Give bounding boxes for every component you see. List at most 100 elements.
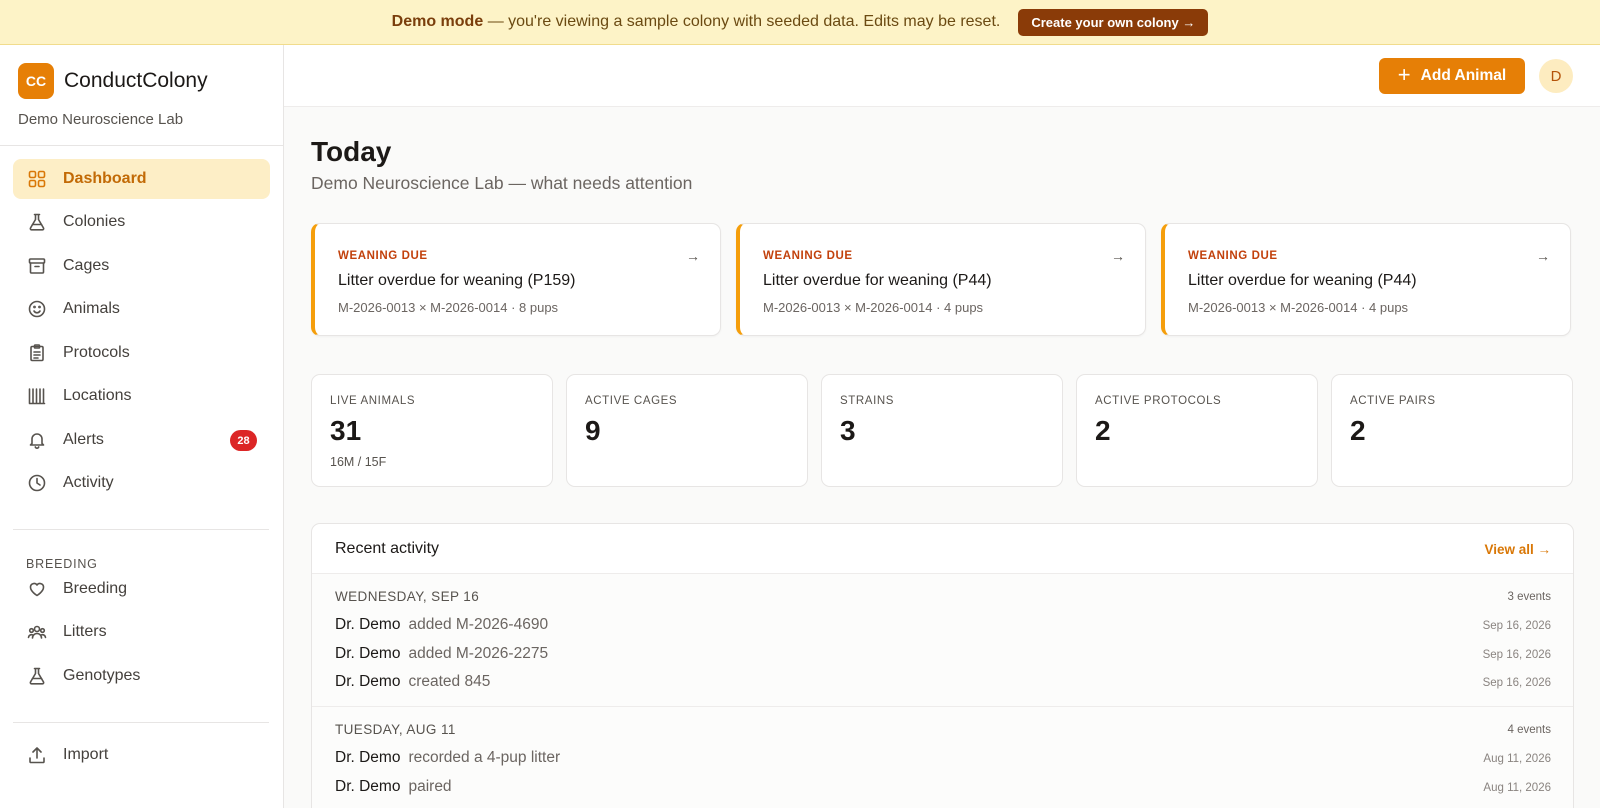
- sidebar-item-breeding[interactable]: Breeding: [13, 569, 270, 609]
- sidebar-item-animals[interactable]: Animals: [13, 289, 270, 329]
- sidebar-divider: [13, 722, 269, 723]
- activity-day-group: WEDNESDAY, SEP 16 3 events Dr. Demo added…: [312, 574, 1573, 706]
- sidebar-item-locations[interactable]: Locations: [13, 376, 270, 416]
- stat-card-active-cages[interactable]: ACTIVE CAGES 9: [566, 374, 808, 487]
- flask-icon: [27, 212, 47, 232]
- activity-event[interactable]: Dr. Demo created 845: [335, 673, 490, 691]
- sidebar: CC ConductColony Demo Neuroscience Lab D…: [0, 45, 284, 808]
- sidebar-item-protocols[interactable]: Protocols: [13, 333, 270, 373]
- event-action: recorded a 4-pup litter: [408, 749, 561, 766]
- sidebar-item-label: Litters: [63, 623, 107, 640]
- sidebar-item-alerts[interactable]: Alerts 28: [13, 420, 270, 460]
- clipboard-icon: [27, 343, 47, 363]
- sidebar-item-label: Alerts: [63, 431, 104, 448]
- stat-value: 2: [1095, 415, 1111, 446]
- activity-event[interactable]: Dr. Demo added M-2026-4690: [335, 616, 548, 634]
- alerts-count-badge: 28: [230, 430, 257, 451]
- sidebar-item-label: Dashboard: [63, 170, 147, 187]
- sidebar-item-label: Protocols: [63, 344, 130, 361]
- sidebar-item-activity[interactable]: Activity: [13, 463, 270, 503]
- stat-card-strains[interactable]: STRAINS 3: [821, 374, 1063, 487]
- sidebar-item-label: Cages: [63, 257, 110, 274]
- bell-icon: [27, 430, 47, 450]
- stat-sub: 16M / 15F: [330, 455, 387, 469]
- event-action: paired: [408, 778, 452, 795]
- day-heading: WEDNESDAY, SEP 16: [335, 589, 480, 604]
- arrow-right-icon: →: [1536, 248, 1550, 264]
- alert-card[interactable]: WEANING DUE → Litter overdue for weaning…: [1161, 223, 1571, 336]
- banner-text: — you're viewing a sample colony with se…: [487, 13, 1001, 30]
- stat-value: 9: [585, 415, 601, 446]
- sidebar-divider: [13, 529, 269, 530]
- smile-icon: [27, 299, 47, 319]
- activity-title: Recent activity: [335, 540, 440, 557]
- sidebar-item-label: Activity: [63, 474, 114, 491]
- event-actor: Dr. Demo: [335, 778, 401, 795]
- recent-activity-panel: Recent activity View all → WEDNESDAY, SE…: [311, 523, 1574, 808]
- sidebar-item-genotypes[interactable]: Genotypes: [13, 656, 270, 696]
- alert-title: Litter overdue for weaning (P44): [1188, 272, 1417, 289]
- alert-title: Litter overdue for weaning (P159): [338, 272, 576, 289]
- stat-value: 2: [1350, 415, 1366, 446]
- archive-box-icon: [27, 256, 47, 276]
- users-icon: [27, 622, 47, 642]
- stat-label: STRAINS: [840, 395, 895, 407]
- sidebar-divider: [0, 145, 284, 146]
- event-actor: Dr. Demo: [335, 749, 401, 766]
- plus-icon: +: [1397, 62, 1411, 87]
- sidebar-item-label: Breeding: [63, 580, 128, 597]
- alert-meta: M-2026-0013 × M-2026-0014 · 4 pups: [1188, 300, 1409, 315]
- event-action: added M-2026-2275: [408, 645, 549, 662]
- page-title: Today: [311, 136, 392, 167]
- sidebar-item-colonies[interactable]: Colonies: [13, 202, 270, 242]
- event-action: created 845: [408, 673, 491, 690]
- arrow-right-icon: →: [686, 248, 700, 264]
- stat-label: ACTIVE PAIRS: [1350, 395, 1436, 407]
- event-action: added M-2026-4690: [408, 616, 549, 633]
- stat-label: ACTIVE CAGES: [585, 395, 678, 407]
- clock-icon: [27, 473, 47, 493]
- sidebar-item-import[interactable]: Import: [13, 735, 270, 775]
- stat-card-live-animals[interactable]: LIVE ANIMALS 31 16M / 15F: [311, 374, 553, 487]
- heart-icon: [27, 579, 47, 599]
- sidebar-item-dashboard[interactable]: Dashboard: [13, 159, 270, 199]
- alert-meta: M-2026-0013 × M-2026-0014 · 8 pups: [338, 300, 559, 315]
- alert-meta: M-2026-0013 × M-2026-0014 · 4 pups: [763, 300, 984, 315]
- alert-card[interactable]: WEANING DUE → Litter overdue for weaning…: [311, 223, 721, 336]
- banner-strong: Demo mode: [391, 13, 484, 30]
- stat-label: ACTIVE PROTOCOLS: [1095, 395, 1222, 407]
- event-actor: Dr. Demo: [335, 645, 401, 662]
- alert-card[interactable]: WEANING DUE → Litter overdue for weaning…: [736, 223, 1146, 336]
- view-all-link[interactable]: View all →: [1484, 542, 1551, 557]
- brand-name: ConductColony: [64, 69, 208, 92]
- logo: CC: [18, 63, 54, 99]
- create-colony-button[interactable]: Create your own colony →: [1018, 8, 1209, 36]
- event-actor: Dr. Demo: [335, 616, 401, 633]
- sidebar-item-label: Genotypes: [63, 667, 141, 684]
- activity-event[interactable]: Dr. Demo paired: [335, 778, 452, 796]
- activity-event[interactable]: Dr. Demo recorded a 4-pup litter: [335, 749, 560, 767]
- avatar[interactable]: D: [1539, 59, 1573, 93]
- alert-tag: WEANING DUE: [1188, 250, 1278, 262]
- brand[interactable]: CC ConductColony: [18, 63, 208, 99]
- upload-icon: [27, 745, 47, 765]
- lab-name: Demo Neuroscience Lab: [18, 111, 184, 128]
- sidebar-item-litters[interactable]: Litters: [13, 612, 270, 652]
- banner-message: Demo mode — you're viewing a sample colo…: [392, 13, 1001, 31]
- sidebar-item-cages[interactable]: Cages: [13, 246, 270, 286]
- add-animal-button[interactable]: + Add Animal: [1379, 58, 1525, 94]
- sidebar-item-label: Animals: [63, 300, 120, 317]
- activity-day-group: TUESDAY, AUG 11 4 events Dr. Demo recorde…: [312, 707, 1573, 808]
- activity-event[interactable]: Dr. Demo added M-2026-2275: [335, 645, 548, 663]
- event-date: Aug 11, 2026: [1483, 753, 1551, 765]
- demo-banner: Demo mode — you're viewing a sample colo…: [0, 0, 1600, 45]
- stat-card-active-pairs[interactable]: ACTIVE PAIRS 2: [1331, 374, 1573, 487]
- alert-title: Litter overdue for weaning (P44): [763, 272, 992, 289]
- event-date: Sep 16, 2026: [1482, 649, 1551, 661]
- alert-tag: WEANING DUE: [338, 250, 428, 262]
- sidebar-item-label: Import: [63, 746, 109, 763]
- stat-card-active-protocols[interactable]: ACTIVE PROTOCOLS 2: [1076, 374, 1318, 487]
- day-event-count: 3 events: [1507, 591, 1551, 603]
- grid-icon: [27, 169, 47, 189]
- arrow-right-icon: →: [1111, 248, 1125, 264]
